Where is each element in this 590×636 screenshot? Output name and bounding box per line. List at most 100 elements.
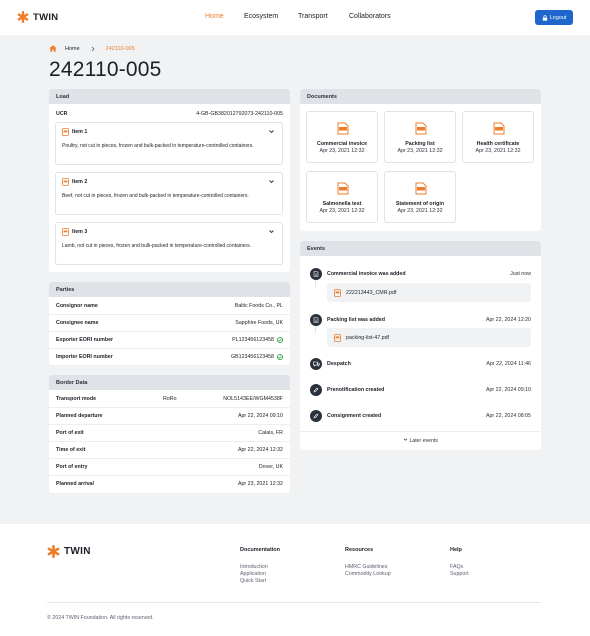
load-item[interactable]: Item 3 Lamb, not cut in pieces, frozen a… [55,222,283,265]
item-title: Item 2 [72,179,88,185]
event-time: Just now [510,271,531,277]
party-label: Exporter EORI number [56,337,114,343]
party-value: PL123456123458 [232,337,274,343]
logout-button[interactable]: Logout [535,10,573,25]
footer-heading: Help [450,547,462,553]
row-divider [49,424,290,425]
nav-collaborators[interactable]: Collaborators [349,13,391,20]
events-card-header: Events [300,241,541,256]
document-date: Apr 23, 2021 12:32 [475,148,521,154]
document-name: Health certificate [476,141,520,147]
footer-heading: Documentation [240,547,281,553]
brand-logo[interactable]: TWIN [17,11,58,23]
row-divider [49,458,290,459]
border-value: Apr 22, 2024 12:32 [237,447,283,453]
document-date: Apr 23, 2021 12:32 [319,208,365,214]
timeline-line [315,279,316,287]
breadcrumb: Home 242110-005 [49,45,135,52]
later-events-label: Later events [409,438,438,444]
item-title: Item 1 [72,129,88,135]
events-card: Events Commercial invoice was added Just… [300,241,541,450]
event-title: Packing list was added [327,317,385,323]
chevron-right-icon [91,46,95,51]
footer-link[interactable]: Introduction [240,564,268,570]
party-value: Baltic Foods Co., PL [234,303,283,309]
footer-link[interactable]: Quick Start [240,578,266,584]
party-label: Consignor name [56,303,98,309]
chevron-down-icon[interactable] [268,178,275,185]
breadcrumb-home[interactable]: Home [65,46,80,52]
ucr-row: UCR 4-GB-GB382012792073-242110-005 [56,108,283,120]
event-title: Despatch [327,361,351,367]
border-row: Transport mode RoRo NOL5143EE/WGM4538F [56,394,283,404]
party-row: Consignee name Sapphire Foods, UK [56,318,283,328]
footer-link[interactable]: Commodity Lookup [345,571,391,577]
documents-card-header: Documents [300,89,541,104]
footer-link[interactable]: Application [240,571,266,577]
ucr-value: 4-GB-GB382012792073-242110-005 [196,111,283,117]
home-icon[interactable] [49,45,57,52]
chevron-down-icon[interactable] [268,228,275,235]
truck-icon [310,358,322,370]
pdf-file-icon [415,122,427,135]
top-header: TWIN Home Ecosystem Transport Collaborat… [0,0,590,35]
breadcrumb-current: 242110-005 [105,45,135,52]
load-item[interactable]: Item 1 Poultry, not cut in pieces, froze… [55,122,283,165]
pdf-file-icon [334,333,341,342]
item-description: Beef, not cut in pieces, frozen and bulk… [62,193,249,199]
nav-ecosystem[interactable]: Ecosystem [244,13,278,20]
border-value: Calais, FR [258,430,283,436]
site-footer: TWIN Documentation Introduction Applicat… [0,524,590,636]
pdf-file-icon [334,288,341,297]
party-value: GB123456123458 [230,354,274,360]
ucr-label: UCR [56,111,68,117]
document-tile[interactable]: Health certificate Apr 23, 2021 12:32 [462,111,534,163]
brand-name: TWIN [33,11,59,23]
check-circle-icon [277,354,283,360]
footer-link[interactable]: HMRC Guidelines [345,564,387,570]
border-data-card: Border Data Transport mode RoRo NOL5143E… [49,375,290,493]
document-tile[interactable]: Salmonella test Apr 23, 2021 12:32 [306,171,378,223]
footer-link[interactable]: FAQs [450,564,463,570]
brand-name: TWIN [64,546,91,557]
event-title: Commercial invoice was added [327,271,406,277]
logo-icon [47,545,60,558]
border-value: Dover, UK [258,464,283,470]
pdf-file-icon [337,182,349,195]
document-name: Salmonella test [322,201,362,207]
lock-icon [542,14,547,21]
nav-transport[interactable]: Transport [298,13,328,20]
check-circle-icon [277,337,283,343]
nav-home[interactable]: Home [205,13,224,20]
document-tile[interactable]: Commercial invoice Apr 23, 2021 12:32 [306,111,378,163]
transport-mode-value: RoRo [163,396,177,402]
pdf-file-icon [493,122,505,135]
footer-logo[interactable]: TWIN [47,545,91,558]
document-tile[interactable]: Statement of origin Apr 23, 2021 12:32 [384,171,456,223]
pdf-file-icon [337,122,349,135]
footer-link[interactable]: Support [450,571,469,577]
event-attachment[interactable]: 222213443_CMR.pdf [327,283,531,302]
copyright: © 2024 TWIN Foundation. All rights reser… [47,615,154,621]
load-item[interactable]: Item 2 Beef, not cut in pieces, frozen a… [55,172,283,215]
row-divider [49,475,290,476]
border-row: Port of entry Dover, UK [56,462,283,472]
border-row: Planned departure Apr 22, 2024 09:10 [56,411,283,421]
chevron-down-icon[interactable] [268,128,275,135]
document-date: Apr 23, 2021 12:32 [319,148,365,154]
event-time: Apr 22, 2024 09:10 [485,387,531,393]
document-tile[interactable]: Packing list Apr 23, 2021 12:32 [384,111,456,163]
document-date: Apr 23, 2021 12:32 [397,148,443,154]
event-attachment[interactable]: packing-list-47.pdf [327,328,531,347]
item-title: Item 3 [72,229,88,235]
pencil-icon [310,384,322,396]
border-row: Planned arrival Apr 23, 2021 12:32 [56,479,283,489]
row-divider [49,407,290,408]
footer-heading: Resources [345,547,374,553]
event-time: Apr 22, 2024 12:20 [485,317,531,323]
row-divider [49,441,290,442]
border-value: Apr 23, 2021 12:32 [237,481,283,487]
later-events-button[interactable]: Later events [300,437,541,444]
logo-icon [17,11,29,23]
event-time: Apr 22, 2024 08:05 [485,413,531,419]
